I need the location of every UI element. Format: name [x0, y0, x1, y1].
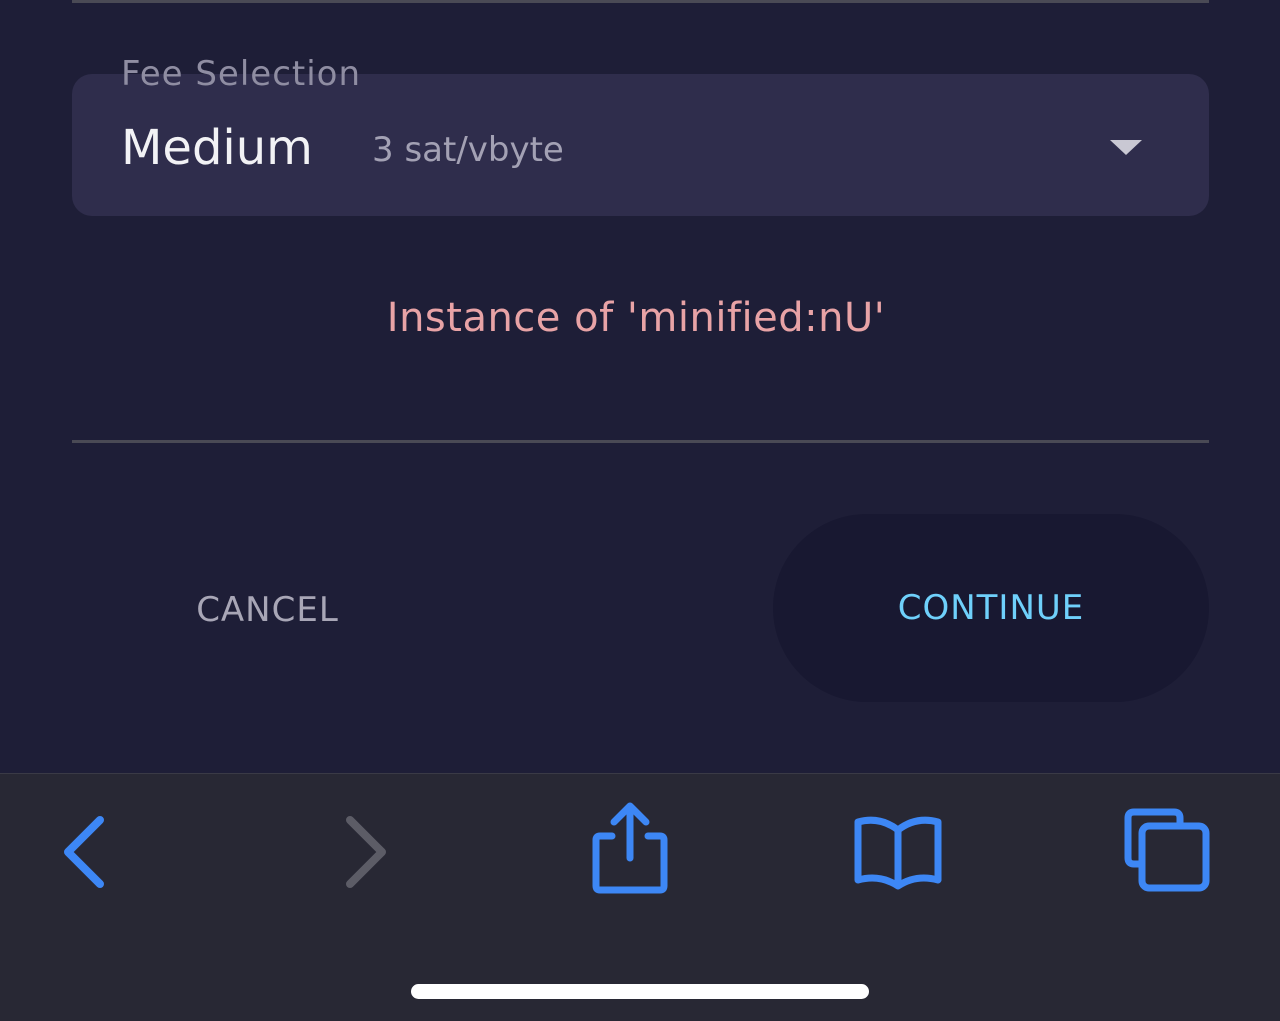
fee-level-value: Medium: [121, 120, 313, 176]
share-icon[interactable]: [588, 800, 672, 896]
error-message: Instance of 'minified:nU': [386, 295, 886, 341]
fee-rate-value: 3 sat/vbyte: [372, 130, 564, 170]
page: Medium 3 sat/vbyte Fee Selection Instanc…: [0, 0, 1280, 1021]
forward-icon[interactable]: [336, 812, 392, 892]
caret-down-icon[interactable]: [1110, 140, 1142, 155]
home-indicator[interactable]: [411, 984, 869, 999]
back-icon[interactable]: [58, 812, 114, 892]
fee-selection-label: Fee Selection: [121, 54, 362, 94]
tabs-icon[interactable]: [1120, 804, 1216, 898]
section-divider: [72, 440, 1209, 443]
bookmarks-icon[interactable]: [850, 812, 946, 892]
cancel-button[interactable]: CANCEL: [150, 580, 385, 640]
continue-button[interactable]: CONTINUE: [773, 514, 1209, 702]
top-divider: [72, 0, 1209, 3]
browser-toolbar: [0, 773, 1280, 1021]
